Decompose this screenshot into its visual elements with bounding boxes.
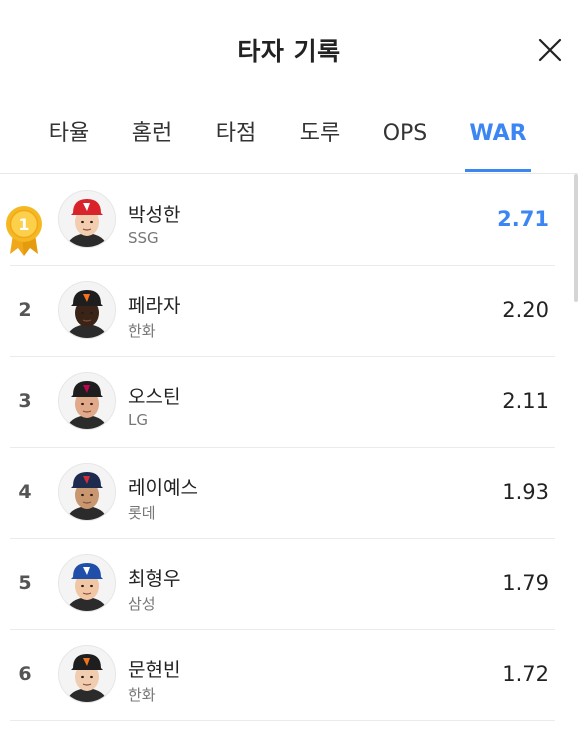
player-name: 레이예스 bbox=[128, 477, 198, 499]
active-tab-indicator bbox=[465, 169, 531, 172]
player-row[interactable]: 3 오스틴 LG 2.11 bbox=[10, 356, 555, 448]
tab-label: OPS bbox=[382, 121, 428, 146]
tab-home-runs[interactable]: 홈런 bbox=[126, 108, 178, 172]
tab-ops[interactable]: OPS bbox=[376, 108, 434, 172]
tab-label: 타율 bbox=[48, 121, 90, 146]
player-avatar bbox=[58, 190, 116, 248]
player-team: 삼성 bbox=[128, 595, 156, 613]
player-rank: 5 bbox=[18, 572, 32, 594]
player-name: 박성한 bbox=[128, 204, 181, 226]
close-button[interactable] bbox=[536, 36, 564, 64]
player-row[interactable]: 5 최형우삼성 1.79 bbox=[10, 538, 555, 630]
tab-war[interactable]: WAR bbox=[465, 108, 531, 172]
tab-stolen-bases[interactable]: 도루 bbox=[294, 108, 346, 172]
player-rank: 2 bbox=[18, 299, 32, 321]
tab-label: 홈런 bbox=[131, 121, 173, 146]
page-title: 타자 기록 bbox=[237, 37, 341, 66]
close-icon bbox=[538, 38, 562, 62]
player-rank: 3 bbox=[18, 390, 32, 412]
war-value: 1.72 bbox=[502, 662, 549, 686]
player-row[interactable]: 4 레이예스롯데 1.93 bbox=[10, 447, 555, 539]
tab-label: 도루 bbox=[299, 121, 341, 146]
tab-rbi[interactable]: 타점 bbox=[210, 108, 262, 172]
war-value: 2.20 bbox=[502, 298, 549, 322]
player-avatar bbox=[58, 372, 116, 430]
player-name: 최형우 bbox=[128, 568, 181, 590]
player-team: 한화 bbox=[128, 686, 156, 704]
player-row[interactable]: 6 문현빈한화 1.72 bbox=[10, 629, 555, 721]
player-ranking-list: 1 박성한 SSG 2.71 2 페라자한화 2.20 3 오스틴 LG 2.11 4 레이예스롯데 1.… bbox=[0, 174, 578, 729]
gold-medal-icon: 1 bbox=[4, 204, 44, 256]
player-team: 롯데 bbox=[128, 504, 156, 522]
player-team: SSG bbox=[128, 229, 159, 247]
player-row[interactable]: 2 페라자한화 2.20 bbox=[10, 265, 555, 357]
war-value: 1.93 bbox=[502, 480, 549, 504]
player-rank: 4 bbox=[18, 481, 32, 503]
player-row[interactable]: 1 박성한 SSG 2.71 bbox=[6, 174, 555, 266]
player-team: LG bbox=[128, 411, 148, 429]
medal-rank: 1 bbox=[18, 215, 29, 234]
tab-label: WAR bbox=[469, 121, 527, 146]
tab-label: 타점 bbox=[215, 121, 257, 146]
player-name: 페라자 bbox=[128, 295, 181, 317]
player-avatar bbox=[58, 463, 116, 521]
player-name: 오스틴 bbox=[128, 386, 181, 408]
player-team: 한화 bbox=[128, 322, 156, 340]
war-value: 2.11 bbox=[502, 389, 549, 413]
player-rank: 6 bbox=[18, 663, 32, 685]
player-avatar bbox=[58, 554, 116, 612]
player-avatar bbox=[58, 645, 116, 703]
war-value: 2.71 bbox=[497, 207, 549, 231]
stat-tabs: 타율 홈런 타점 도루 OPS WAR bbox=[0, 108, 578, 174]
player-avatar bbox=[58, 281, 116, 339]
tab-batting-average[interactable]: 타율 bbox=[44, 108, 94, 172]
scrollbar[interactable] bbox=[574, 174, 578, 302]
player-name: 문현빈 bbox=[128, 659, 181, 681]
war-value: 1.79 bbox=[502, 571, 549, 595]
header: 타자 기록 bbox=[0, 0, 578, 100]
